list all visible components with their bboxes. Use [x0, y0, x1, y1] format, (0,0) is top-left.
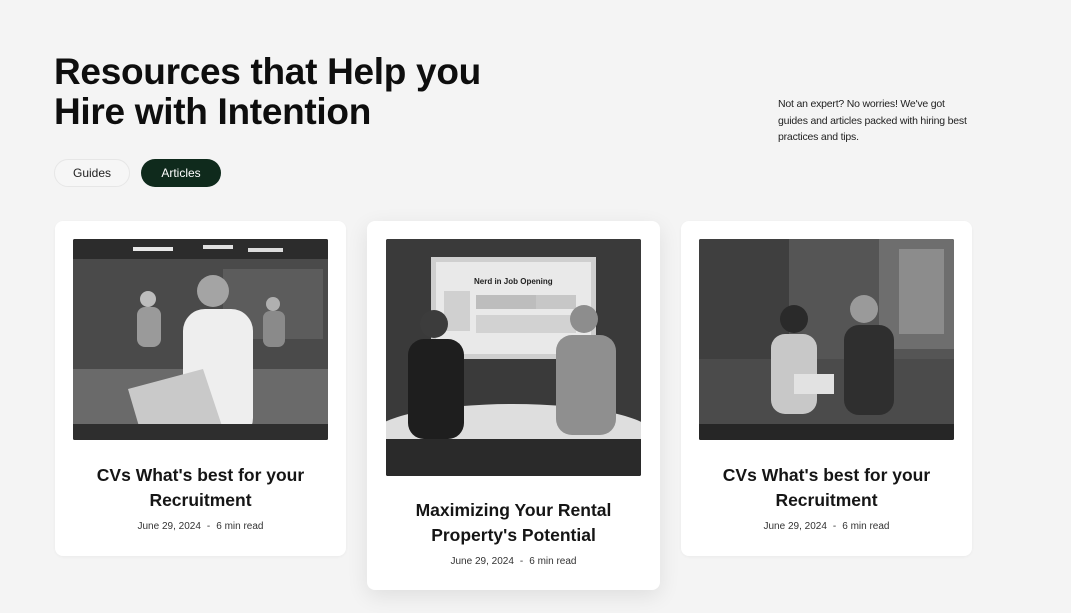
meta-separator: -: [832, 521, 837, 532]
article-image: [73, 239, 328, 440]
screen-headline: Nerd in Job Opening: [474, 277, 553, 286]
article-title[interactable]: CVs What's best for your Recruitment: [75, 463, 326, 513]
tab-articles[interactable]: Articles: [141, 159, 221, 187]
article-title[interactable]: CVs What's best for your Recruitment: [701, 463, 952, 513]
article-card[interactable]: CVs What's best for your Recruitment Jun…: [681, 221, 972, 556]
article-card[interactable]: CVs What's best for your Recruitment Jun…: [55, 221, 346, 556]
article-card-featured[interactable]: Nerd in Job Opening Maximizing Your Rent…: [367, 221, 660, 590]
article-date: June 29, 2024: [137, 521, 201, 532]
article-read-time: 6 min read: [529, 556, 577, 567]
meta-separator: -: [206, 521, 211, 532]
article-title[interactable]: Maximizing Your Rental Property's Potent…: [387, 498, 640, 548]
article-meta: June 29, 2024-6 min read: [55, 521, 346, 532]
page-title-line-1: Resources that Help you: [54, 51, 481, 92]
resource-tabs: Guides Articles: [54, 159, 221, 187]
tab-guides[interactable]: Guides: [54, 159, 130, 187]
page-title-line-2: Hire with Intention: [54, 91, 372, 132]
page-title: Resources that Help you Hire with Intent…: [54, 52, 481, 132]
article-meta: June 29, 2024-6 min read: [681, 521, 972, 532]
article-meta: June 29, 2024-6 min read: [367, 556, 660, 567]
intro-text: Not an expert? No worries! We've got gui…: [778, 98, 967, 143]
article-image: [699, 239, 954, 440]
article-date: June 29, 2024: [450, 556, 514, 567]
article-date: June 29, 2024: [763, 521, 827, 532]
article-image: Nerd in Job Opening: [386, 239, 641, 476]
article-read-time: 6 min read: [216, 521, 264, 532]
meta-separator: -: [519, 556, 524, 567]
article-read-time: 6 min read: [842, 521, 890, 532]
